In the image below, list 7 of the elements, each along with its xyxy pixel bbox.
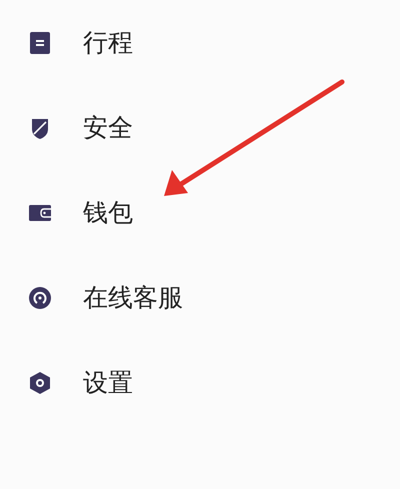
- list-icon: [28, 30, 52, 54]
- menu-item[interactable]: 行程: [83, 26, 133, 59]
- gear-icon: [28, 370, 52, 394]
- menu-item[interactable]: 安全: [83, 111, 133, 144]
- menu-item[interactable]: 钱包: [83, 196, 133, 229]
- menu-item[interactable]: 在线客服: [83, 281, 183, 314]
- menu-item[interactable]: 设置: [83, 366, 133, 399]
